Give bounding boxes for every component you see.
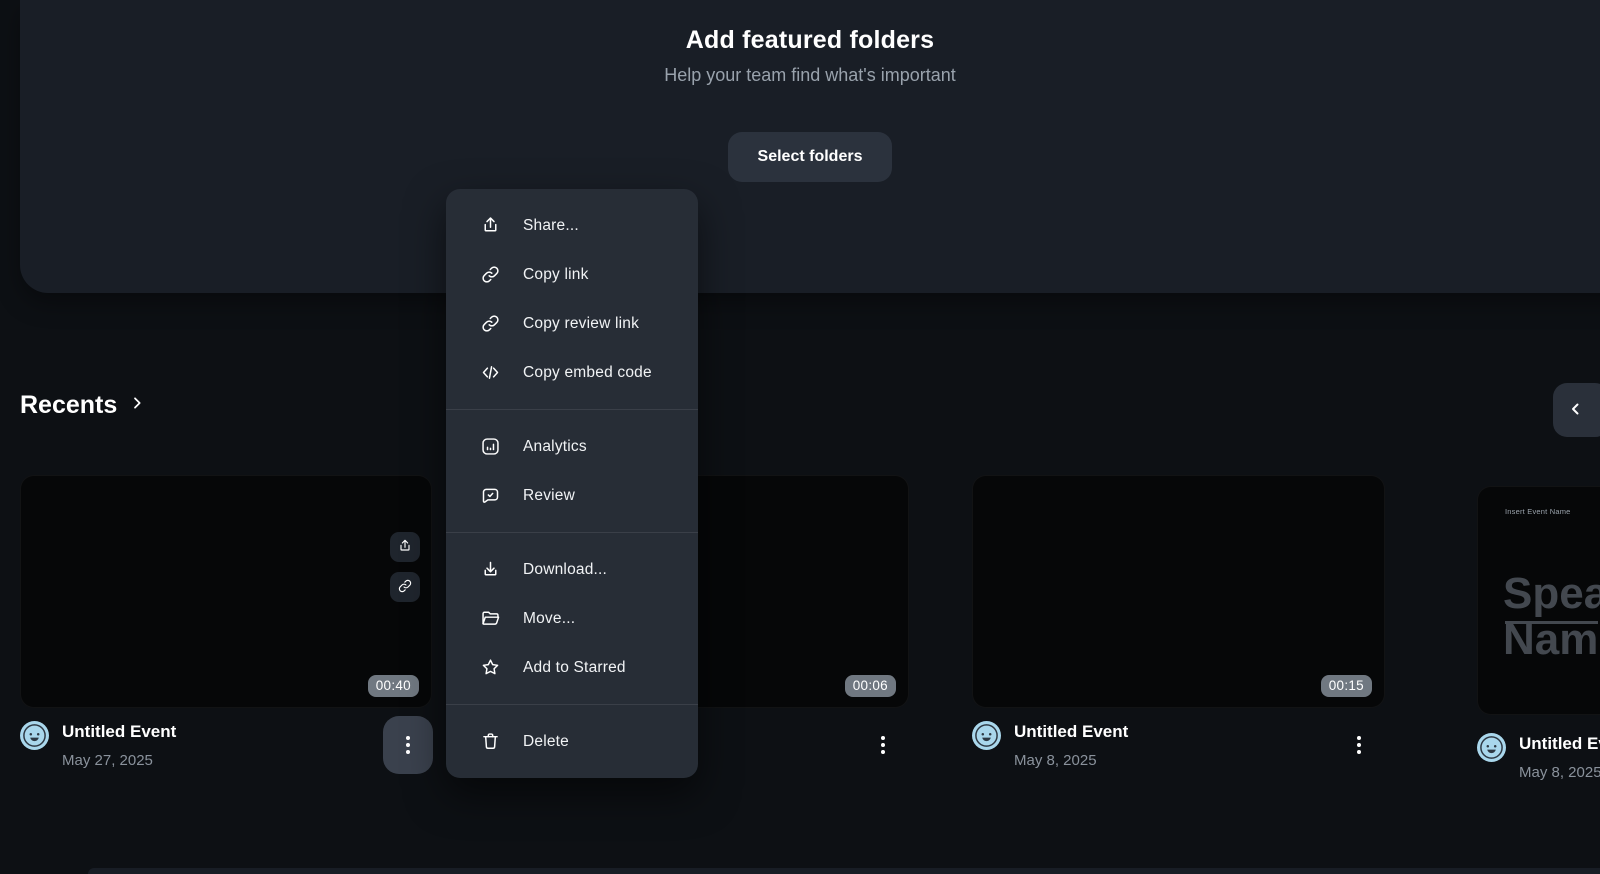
duration-badge: 00:40: [368, 675, 419, 697]
card-date: May 8, 2025: [1519, 764, 1600, 781]
menu-item-copy-embed-code[interactable]: Copy embed code: [446, 348, 698, 397]
avatar: [972, 721, 1001, 750]
thumbnail-speaker-name-placeholder: Speaker Name: [1503, 571, 1600, 663]
recents-title: Recents: [20, 391, 117, 420]
video-card[interactable]: 00:15: [972, 475, 1385, 708]
code-icon: [480, 362, 501, 383]
menu-divider: [446, 409, 698, 410]
avatar: [20, 721, 49, 750]
duration-badge: 00:15: [1321, 675, 1372, 697]
card-context-menu: Share... Copy link Copy review link Copy…: [446, 189, 698, 778]
share-icon: [480, 215, 501, 236]
menu-item-delete[interactable]: Delete: [446, 717, 698, 766]
review-icon: [480, 485, 501, 506]
menu-item-label: Analytics: [523, 438, 587, 456]
card-copy-link-button[interactable]: [390, 572, 420, 602]
scroll-left-button[interactable]: [1553, 383, 1600, 437]
duration-badge: 00:06: [845, 675, 896, 697]
share-icon: [397, 538, 413, 557]
card-menu-button[interactable]: [1346, 725, 1372, 765]
featured-title: Add featured folders: [20, 26, 1600, 55]
link-icon: [397, 578, 413, 597]
featured-folders-content: Add featured folders Help your team find…: [20, 0, 1600, 182]
menu-divider: [446, 704, 698, 705]
chevron-left-icon: [1567, 400, 1585, 421]
menu-item-copy-review-link[interactable]: Copy review link: [446, 299, 698, 348]
link-icon: [480, 264, 501, 285]
menu-divider: [446, 532, 698, 533]
card-date: May 27, 2025: [62, 752, 153, 769]
menu-item-share[interactable]: Share...: [446, 201, 698, 250]
app-root: Add featured folders Help your team find…: [0, 0, 1600, 874]
menu-item-label: Copy embed code: [523, 364, 652, 382]
menu-item-label: Download...: [523, 561, 607, 579]
card-title: Untitled Event: [1519, 734, 1600, 754]
link-icon: [480, 313, 501, 334]
menu-item-download[interactable]: Download...: [446, 545, 698, 594]
star-icon: [480, 657, 501, 678]
card-date: May 8, 2025: [1014, 752, 1097, 769]
video-card[interactable]: Insert Event Name Speaker Name: [1477, 486, 1600, 715]
menu-item-label: Copy link: [523, 266, 589, 284]
recents-header[interactable]: Recents: [20, 391, 145, 420]
card-share-button[interactable]: [390, 532, 420, 562]
menu-item-move[interactable]: Move...: [446, 594, 698, 643]
next-section-edge: [88, 868, 1600, 874]
featured-subtitle: Help your team find what's important: [20, 65, 1600, 86]
menu-item-copy-link[interactable]: Copy link: [446, 250, 698, 299]
menu-item-label: Review: [523, 487, 575, 505]
kebab-icon: [406, 733, 410, 757]
select-folders-button[interactable]: Select folders: [728, 132, 893, 182]
card-menu-button[interactable]: [870, 725, 896, 765]
download-icon: [480, 559, 501, 580]
card-menu-button-active[interactable]: [383, 716, 433, 774]
trash-icon: [480, 731, 501, 752]
featured-folders-panel: Add featured folders Help your team find…: [20, 0, 1600, 293]
menu-item-add-to-starred[interactable]: Add to Starred: [446, 643, 698, 692]
menu-item-review[interactable]: Review: [446, 471, 698, 520]
menu-item-label: Add to Starred: [523, 659, 626, 677]
chevron-right-icon: [129, 395, 145, 416]
analytics-icon: [480, 436, 501, 457]
kebab-icon: [881, 733, 885, 757]
card-title: Untitled Event: [62, 722, 176, 742]
thumbnail-underline: [1505, 621, 1598, 624]
menu-item-label: Delete: [523, 733, 569, 751]
thumbnail-event-name-placeholder: Insert Event Name: [1505, 507, 1571, 516]
card-title: Untitled Event: [1014, 722, 1128, 742]
menu-item-label: Share...: [523, 217, 579, 235]
menu-item-label: Copy review link: [523, 315, 639, 333]
folder-icon: [480, 608, 501, 629]
avatar: [1477, 733, 1506, 762]
video-card[interactable]: 00:40: [20, 475, 432, 708]
menu-item-label: Move...: [523, 610, 575, 628]
menu-item-analytics[interactable]: Analytics: [446, 422, 698, 471]
kebab-icon: [1357, 733, 1361, 757]
